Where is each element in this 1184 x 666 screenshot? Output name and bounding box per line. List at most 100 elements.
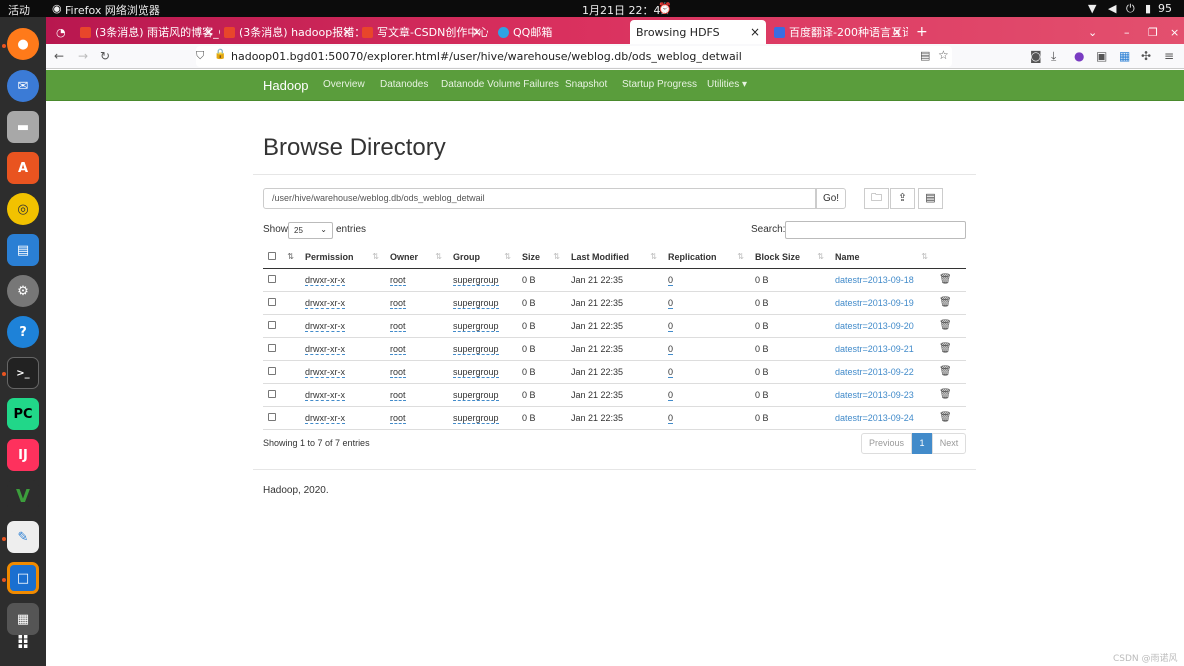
power-icon[interactable]: ⏻ — [1126, 2, 1135, 16]
permission-editable[interactable]: drwxr-xr-x — [305, 389, 345, 401]
close-tab-icon[interactable]: × — [750, 25, 760, 39]
firefox-view-icon[interactable]: ◔ — [50, 20, 70, 44]
col-last-modified[interactable]: Last Modified ⇅ — [566, 246, 663, 269]
col-permission[interactable]: Permission ⇅ — [300, 246, 385, 269]
reload-icon[interactable]: ↻ — [100, 49, 110, 63]
sort-icon[interactable]: ⇅ — [287, 252, 294, 261]
pycharm-icon[interactable]: PC — [7, 398, 39, 430]
replication-editable[interactable]: 0 — [668, 343, 674, 355]
tab-csdn-write[interactable]: 写文章-CSDN创作中心 × — [356, 20, 488, 44]
bookmark-star-icon[interactable]: ☆ — [938, 48, 949, 62]
nav-startup-progress[interactable]: Startup Progress — [622, 79, 697, 90]
help-icon[interactable]: ? — [7, 316, 39, 348]
close-window-icon[interactable]: × — [1164, 20, 1184, 44]
tab-browsing-hdfs[interactable]: Browsing HDFS × — [630, 20, 766, 44]
files-icon[interactable]: ▬ — [7, 111, 39, 143]
row-checkbox[interactable] — [268, 366, 276, 375]
trash-icon[interactable]: 🗑 — [939, 343, 952, 354]
show-apps-icon[interactable]: ⠿ — [7, 627, 39, 659]
col-size[interactable]: Size ⇅ — [517, 246, 566, 269]
nav-snapshot[interactable]: Snapshot — [565, 79, 607, 90]
clock[interactable]: 1月21日 22：49 — [582, 2, 668, 18]
select-all-checkbox[interactable] — [268, 251, 276, 260]
col-replication[interactable]: Replication ⇅ — [663, 246, 750, 269]
row-checkbox[interactable] — [268, 412, 276, 421]
nav-overview[interactable]: Overview — [323, 79, 365, 90]
group-editable[interactable]: supergroup — [453, 412, 499, 424]
extension-h-icon[interactable]: ● — [1074, 49, 1084, 63]
minimize-icon[interactable]: – — [1118, 20, 1138, 44]
settings-icon[interactable]: ⚙ — [7, 275, 39, 307]
network-icon[interactable]: ▼ — [1088, 2, 1096, 15]
extensions-icon[interactable]: ✣ — [1141, 49, 1151, 63]
new-tab-button[interactable]: + — [910, 20, 930, 44]
tab-csdn-blog[interactable]: (3条消息) 雨诺风的博客_C × — [74, 20, 220, 44]
row-checkbox[interactable] — [268, 274, 276, 283]
restore-icon[interactable]: ❐ — [1142, 20, 1162, 44]
intellij-icon[interactable]: IJ — [7, 439, 39, 471]
group-editable[interactable]: supergroup — [453, 320, 499, 332]
group-editable[interactable]: supergroup — [453, 297, 499, 309]
owner-editable[interactable]: root — [390, 343, 406, 355]
permission-editable[interactable]: drwxr-xr-x — [305, 343, 345, 355]
sort-icon[interactable]: ⇅ — [504, 252, 511, 261]
hadoop-brand[interactable]: Hadoop — [263, 78, 309, 93]
col-name[interactable]: Name ⇅ — [830, 246, 934, 269]
trash-icon[interactable]: 🗑 — [939, 366, 952, 377]
sort-icon[interactable]: ⇅ — [650, 252, 657, 261]
directory-link[interactable]: datestr=2013-09-24 — [835, 413, 914, 423]
group-editable[interactable]: supergroup — [453, 274, 499, 286]
trash-icon[interactable]: 🗑 — [939, 297, 952, 308]
tracking-protection-icon[interactable]: ⛉ — [196, 49, 204, 63]
tab-qq-mail[interactable]: QQ邮箱 — [492, 20, 626, 44]
owner-editable[interactable]: root — [390, 274, 406, 286]
group-editable[interactable]: supergroup — [453, 343, 499, 355]
owner-editable[interactable]: root — [390, 389, 406, 401]
replication-editable[interactable]: 0 — [668, 274, 674, 286]
sort-icon[interactable]: ⇅ — [553, 252, 560, 261]
permission-editable[interactable]: drwxr-xr-x — [305, 274, 345, 286]
permission-editable[interactable]: drwxr-xr-x — [305, 366, 345, 378]
replication-editable[interactable]: 0 — [668, 389, 674, 401]
software-center-icon[interactable]: A — [7, 152, 39, 184]
group-editable[interactable]: supergroup — [453, 366, 499, 378]
replication-editable[interactable]: 0 — [668, 412, 674, 424]
trash-icon[interactable]: 🗑 — [939, 412, 952, 423]
directory-link[interactable]: datestr=2013-09-21 — [835, 344, 914, 354]
cut-paste-icon[interactable]: ▤ — [918, 188, 943, 209]
back-icon[interactable]: ← — [54, 49, 64, 63]
pocket-icon[interactable]: ◙ — [1030, 49, 1042, 63]
upload-icon[interactable]: ⇪ — [890, 188, 915, 209]
activities-button[interactable]: 活动 — [8, 2, 30, 18]
translate-extension-icon[interactable]: ▦ — [1119, 49, 1130, 63]
replication-editable[interactable]: 0 — [668, 297, 674, 309]
directory-link[interactable]: datestr=2013-09-18 — [835, 275, 914, 285]
sort-icon[interactable]: ⇅ — [921, 252, 928, 261]
extension-container-icon[interactable]: ▣ — [1096, 49, 1107, 63]
list-tabs-icon[interactable]: ⌄ — [1082, 20, 1102, 44]
col-owner[interactable]: Owner ⇅ — [385, 246, 448, 269]
col-group[interactable]: Group ⇅ — [448, 246, 517, 269]
vim-icon[interactable]: V — [7, 480, 39, 512]
rhythmbox-icon[interactable]: ◎ — [7, 193, 39, 225]
tab-baidu-translate[interactable]: 百度翻译-200种语言互译 × — [768, 20, 908, 44]
trash-icon[interactable]: 🗑 — [939, 389, 952, 400]
pagination-previous[interactable]: Previous — [861, 433, 912, 454]
owner-editable[interactable]: root — [390, 366, 406, 378]
select-all-header[interactable]: ⇅ — [263, 246, 300, 269]
firefox-icon[interactable]: ● — [7, 28, 39, 60]
directory-link[interactable]: datestr=2013-09-23 — [835, 390, 914, 400]
address-bar[interactable]: ⛉ 🔒 hadoop01.bgd01:50070/explorer.html#/… — [196, 46, 952, 67]
directory-path-input[interactable]: /user/hive/warehouse/weblog.db/ods_weblo… — [263, 188, 816, 209]
sort-icon[interactable]: ⇅ — [737, 252, 744, 261]
sort-icon[interactable]: ⇅ — [372, 252, 379, 261]
pagination-next[interactable]: Next — [932, 433, 966, 454]
trash-icon[interactable]: 🗑 — [939, 320, 952, 331]
owner-editable[interactable]: root — [390, 412, 406, 424]
owner-editable[interactable]: root — [390, 320, 406, 332]
terminal-icon[interactable]: >_ — [7, 357, 39, 389]
replication-editable[interactable]: 0 — [668, 366, 674, 378]
sort-icon[interactable]: ⇅ — [817, 252, 824, 261]
row-checkbox[interactable] — [268, 297, 276, 306]
replication-editable[interactable]: 0 — [668, 320, 674, 332]
